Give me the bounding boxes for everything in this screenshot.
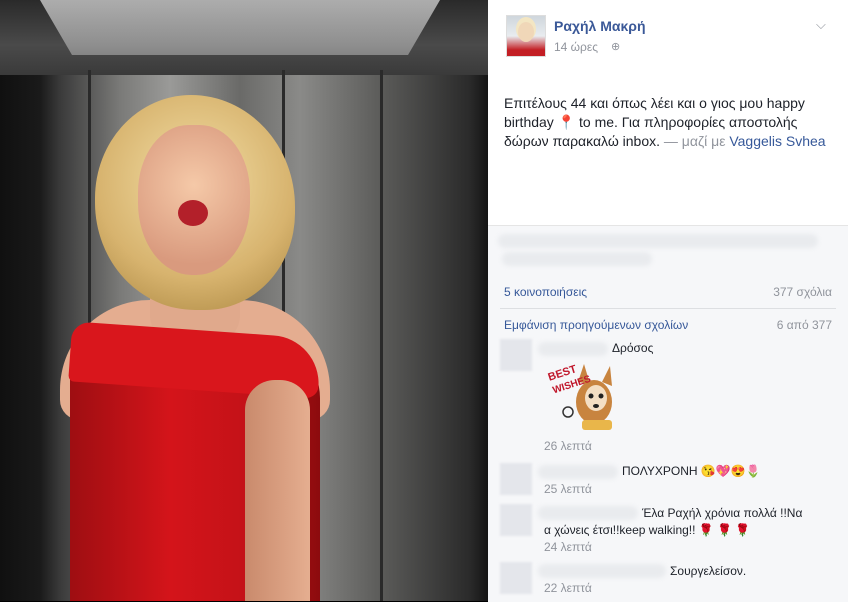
feedback-section: 5 κοινοποιήσεις 377 σχόλια Εμφάνιση προη… [488,225,848,602]
commenter-avatar[interactable] [500,463,532,495]
comment-text: Έλα Ραχήλ χρόνια πολλά !!Να [642,506,803,520]
post-time[interactable]: 14 ώρες [554,40,598,54]
commenter-name-hidden[interactable] [538,564,666,578]
commenter-name-hidden[interactable] [538,506,638,520]
comments-page-count: 6 από 377 [776,318,832,332]
with-label: — μαζί με [663,133,726,149]
comment-time[interactable]: 22 λεπτά [544,581,592,595]
comment-time[interactable]: 24 λεπτά [544,540,592,554]
comment-text: α χώνεις έτσι!!keep walking!! 🌹 🌹 🌹 [544,523,751,537]
reactions-bar[interactable] [498,234,818,248]
comment-time[interactable]: 26 λεπτά [544,439,592,453]
post-panel: Ραχήλ Μακρή 14 ώρες ⊕ ⌵ Επιτέλους 44 και… [488,0,848,602]
elevator-seam [380,70,383,601]
commenter-avatar[interactable] [500,562,532,594]
post-photo[interactable] [0,0,488,601]
lips [178,200,208,226]
arm [245,380,310,601]
comment-time[interactable]: 25 λεπτά [544,482,592,496]
reactions-bar[interactable] [502,252,652,266]
commenter-name-hidden[interactable] [538,465,618,479]
shares-link[interactable]: 5 κοινοποιήσεις [504,285,587,299]
commenter-avatar[interactable] [500,504,532,536]
best-wishes-sticker: BEST WISHES [547,363,612,430]
comment-text: Σουργελείσον. [670,564,747,578]
comments-count[interactable]: 377 σχόλια [773,285,832,299]
view-previous-comments[interactable]: Εμφάνιση προηγούμενων σχολίων [504,318,688,332]
commenter-avatar[interactable] [500,339,532,371]
globe-icon: ⊕ [611,41,621,53]
ceiling-light [40,0,440,55]
divider [500,308,836,309]
comment-text: ΠΟΛΥΧΡΟΝΗ 😘💖😍🌷 [622,464,761,478]
post-text: Επιτέλους 44 και όπως λέει και ο γιος μο… [504,94,834,151]
author-name[interactable]: Ραχήλ Μακρή [554,18,646,34]
author-avatar[interactable] [506,15,546,57]
chevron-down-icon[interactable]: ⌵ [816,17,826,33]
tagged-user-link[interactable]: Vaggelis Svhea [729,133,825,149]
commenter-name[interactable]: Δρόσος [612,341,653,355]
